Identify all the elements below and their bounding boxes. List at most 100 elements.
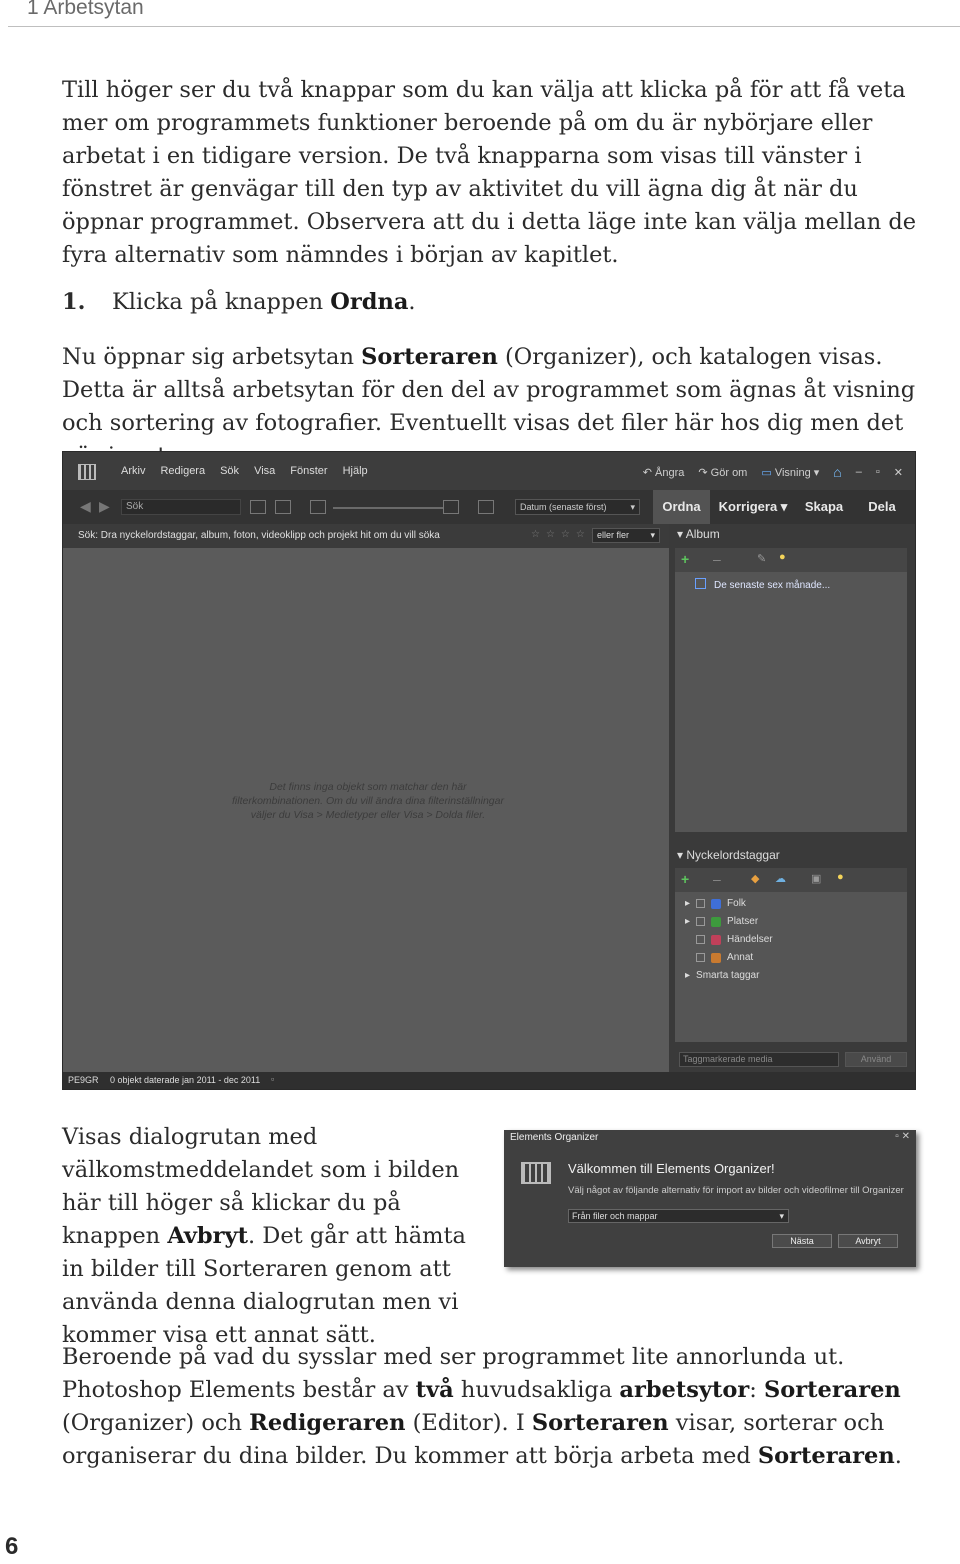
undo-button[interactable]: ↶ Ångra (643, 466, 685, 479)
keyword-checkbox[interactable] (696, 899, 706, 908)
import-source-value: Från filer och mappar (572, 1211, 658, 1221)
chevron-down-icon: ▾ (779, 1211, 784, 1221)
keyword-row[interactable]: ▸ Platser (685, 916, 758, 927)
import-icon[interactable]: ▣ (811, 872, 821, 885)
paragraph-bold: Sorteraren (757, 1443, 895, 1469)
app-icon (78, 464, 96, 480)
sort-dropdown[interactable]: Datum (senaste först) ▾ (515, 499, 640, 515)
keyword-checkbox[interactable] (696, 953, 706, 962)
keywords-toolbar: + – ◆ ☁ ▣ ● (675, 868, 907, 892)
maximize-icon[interactable]: ▫ (895, 1131, 899, 1142)
import-source-dropdown[interactable]: Från filer och mappar ▾ (568, 1209, 789, 1223)
grid-view-icon[interactable] (250, 500, 266, 514)
menu-hjalp[interactable]: Hjälp (343, 465, 368, 477)
close-icon[interactable]: ✕ (894, 466, 903, 479)
menu-redigera[interactable]: Redigera (160, 465, 205, 477)
cloud-icon[interactable]: ☁ (775, 872, 786, 885)
smart-tags-row[interactable]: ▸ Smarta taggar (685, 970, 759, 981)
apply-button[interactable]: Använd (845, 1052, 907, 1067)
keyword-row[interactable]: ▸ Folk (685, 898, 746, 909)
album-item[interactable]: De senaste sex månade... (695, 578, 830, 591)
main-menu: Arkiv Redigera Sök Visa Fönster Hjälp (121, 465, 368, 477)
keywords-section-header[interactable]: ▾ Nyckelordstaggar (677, 848, 780, 866)
step-number: 1. (62, 289, 86, 315)
zoom-slider[interactable] (333, 507, 443, 509)
top-right-tools: ↶ Ångra ↷ Gör om ▭ Visning ▾ ⌂ – ▫ ✕ (643, 464, 903, 480)
monitor-icon: ▭ (761, 466, 775, 479)
dialog-title: Elements Organizer (510, 1132, 599, 1143)
add-album-icon[interactable]: + (681, 551, 689, 567)
close-icon[interactable]: ✕ (902, 1131, 910, 1142)
trash-icon[interactable]: ▫ (271, 1074, 274, 1084)
forward-arrow-icon[interactable]: ▶ (99, 498, 110, 515)
tag-icon[interactable]: ◆ (751, 872, 759, 885)
expand-arrow-icon: ▸ (685, 916, 691, 927)
remove-icon[interactable]: – (713, 871, 721, 887)
home-icon[interactable]: ⌂ (833, 464, 841, 480)
undo-label: Ångra (655, 466, 685, 479)
smart-album-icon (695, 578, 706, 589)
events-tag-icon (711, 934, 722, 945)
other-tag-icon (711, 952, 722, 963)
paragraph-text: . (894, 1443, 902, 1469)
album-item-label: De senaste sex månade... (714, 580, 831, 591)
large-thumbnail-icon[interactable] (443, 500, 459, 514)
keyword-row[interactable]: ▸Händelser (685, 934, 773, 945)
step-text-end: . (408, 289, 416, 315)
keywords-list: ▸ Folk ▸ Platser ▸Händelser ▸Annat ▸ Smarta… (675, 892, 907, 1042)
keyword-checkbox[interactable] (696, 935, 706, 944)
step-text: Klicka på knappen (112, 289, 331, 315)
paragraph-bold: Sorteraren (764, 1377, 901, 1403)
keyword-row[interactable]: ▸Annat (685, 952, 753, 963)
tagged-media-field[interactable]: Taggmarkerade media (679, 1052, 839, 1067)
places-tag-icon (711, 916, 722, 927)
menu-sok[interactable]: Sök (220, 465, 239, 477)
fullscreen-icon[interactable] (478, 500, 494, 514)
menu-visa[interactable]: Visa (254, 465, 275, 477)
organizer-screenshot: Arkiv Redigera Sök Visa Fönster Hjälp ↶ … (63, 452, 915, 1089)
search-input[interactable]: Sök (121, 499, 241, 515)
bulb-icon[interactable]: ● (779, 551, 786, 563)
rating-mode-dropdown[interactable]: eller fler ▾ (592, 528, 660, 543)
dialog-window-controls: ▫ ✕ (895, 1131, 910, 1142)
back-arrow-icon[interactable]: ◀ (80, 498, 91, 515)
paragraph-bold: två (415, 1377, 454, 1403)
keyword-checkbox[interactable] (696, 917, 706, 926)
expand-arrow-icon: ▸ (685, 898, 691, 909)
page-number: 6 (5, 1533, 19, 1560)
paragraph-bold: Redigeraren (249, 1410, 406, 1436)
step-bold: Ordna (330, 289, 409, 315)
tab-skapa[interactable]: Skapa (796, 490, 852, 524)
next-button[interactable]: Nästa (772, 1234, 832, 1248)
paragraph-bold: Sorteraren (531, 1410, 669, 1436)
tab-korrigera-label: Korrigera (718, 499, 778, 514)
display-label: Visning (774, 466, 811, 479)
album-toolbar: + – ✎ ● (675, 548, 907, 572)
edit-icon[interactable]: ✎ (757, 552, 766, 565)
dialog-heading: Välkommen till Elements Organizer! (568, 1161, 775, 1176)
detail-view-icon[interactable] (275, 500, 291, 514)
paragraph-text: huvudsakliga (453, 1377, 620, 1403)
menu-arkiv[interactable]: Arkiv (121, 465, 145, 477)
paragraph-bold: Sorteraren (361, 344, 498, 370)
paragraph-bold: arbetsytor (619, 1377, 750, 1403)
thumbnail-icon[interactable] (310, 500, 326, 514)
minimize-icon[interactable]: – (856, 466, 862, 478)
redo-button[interactable]: ↷ Gör om (698, 466, 747, 479)
folk-tag-icon (711, 898, 722, 909)
status-text: 0 objekt daterade jan 2011 - dec 2011 (110, 1075, 261, 1085)
maximize-icon[interactable]: ▫ (876, 466, 880, 478)
bulb-icon[interactable]: ● (837, 871, 844, 883)
remove-icon[interactable]: – (713, 551, 721, 567)
album-section-header[interactable]: ▾ Album (677, 527, 720, 545)
cancel-button[interactable]: Avbryt (838, 1234, 898, 1248)
display-button[interactable]: ▭ Visning ▾ (761, 466, 819, 479)
add-keyword-icon[interactable]: + (681, 871, 689, 887)
keyword-label: Händelser (727, 934, 773, 945)
rating-mode-value: eller fler (597, 530, 630, 540)
tab-dela[interactable]: Dela (856, 490, 908, 524)
tab-korrigera[interactable]: Korrigera ▾ (713, 490, 793, 524)
menu-fonster[interactable]: Fönster (290, 465, 327, 477)
tab-ordna[interactable]: Ordna (653, 490, 710, 524)
search-filter-bar: Sök: Dra nyckelordstaggar, album, foton,… (63, 524, 669, 548)
